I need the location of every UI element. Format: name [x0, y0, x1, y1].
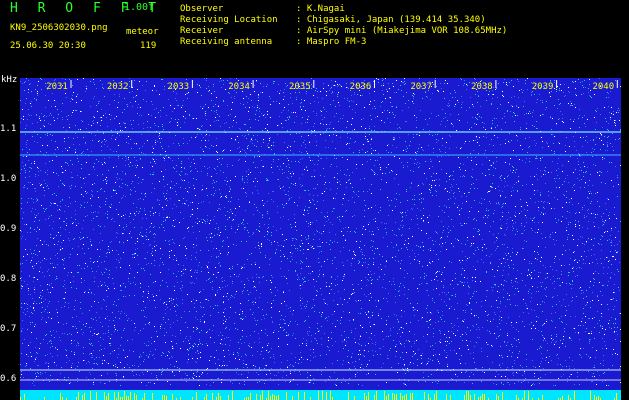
location-value: : Chigasaki, Japan (139.414 35.340)	[296, 15, 486, 25]
antenna-value: : Maspro FM-3	[296, 37, 367, 47]
x-tick-label: 2034	[228, 82, 250, 92]
version-label: 1.00f	[124, 2, 155, 13]
y-tick-label: 0.7	[0, 324, 17, 334]
x-tick-label: 2038	[471, 82, 493, 92]
x-tick-label: 2033	[168, 82, 190, 92]
spectrogram-background	[20, 78, 621, 400]
x-tick-label: 2032	[107, 82, 129, 92]
x-tick-label: 2039	[532, 82, 554, 92]
datetime-label: 25.06.30 20:30	[10, 41, 86, 51]
header-panel: H R O F F T 1.00f KN9_2506302030.png met…	[0, 0, 629, 74]
y-tick-label: 1.0	[0, 174, 17, 184]
receiver-label: Receiver	[180, 26, 224, 36]
x-tick-label: 2037	[410, 82, 432, 92]
mode-label: meteor	[126, 27, 159, 37]
bottom-band	[20, 390, 621, 400]
filename-label: KN9_2506302030.png	[10, 23, 108, 33]
x-tick-label: 2035	[289, 82, 311, 92]
spectrogram-display: 2031 2032 2033 2034 2035 2036 2037 2038 2039 2040	[20, 78, 621, 400]
y-tick-label: 0.9	[0, 224, 17, 234]
unit-label: kHz	[1, 75, 18, 85]
y-tick-label: 0.8	[0, 274, 17, 284]
x-tick-label: 2036	[350, 82, 372, 92]
x-tick-label: 2031	[46, 82, 68, 92]
x-tick-label: 2040	[592, 82, 614, 92]
observer-label: Observer	[180, 4, 224, 14]
observer-value: : K.Nagai	[296, 4, 345, 14]
receiver-value: : AirSpy mini (Miakejima VOR 108.65MHz)	[296, 26, 508, 36]
antenna-label: Receiving antenna	[180, 37, 273, 47]
y-tick-label: 0.6	[0, 374, 17, 384]
bottom-band-fill	[20, 390, 621, 400]
location-label: Receiving Location	[180, 15, 278, 25]
y-tick-label: 1.1	[0, 124, 17, 134]
count-label: 119	[140, 41, 157, 51]
